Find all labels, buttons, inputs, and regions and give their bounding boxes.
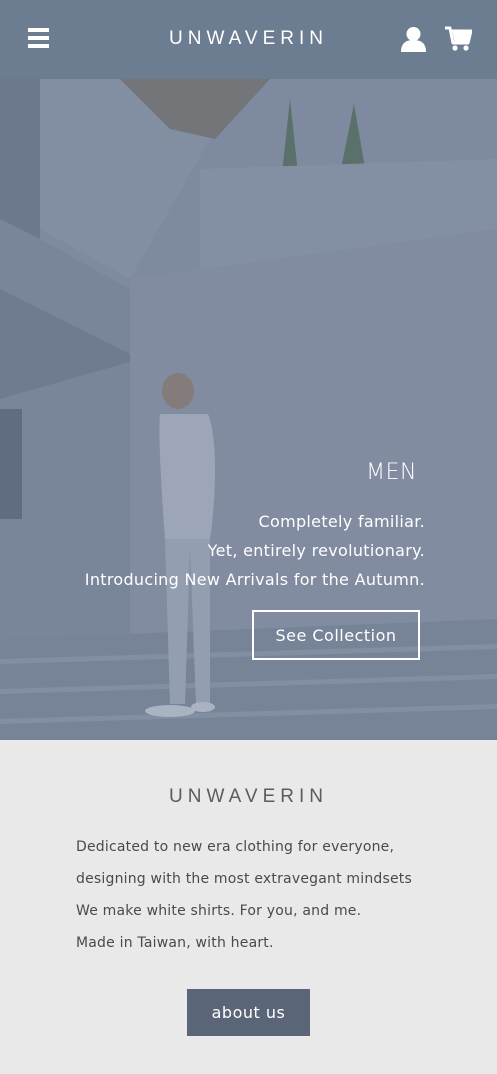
hero-background-image bbox=[0, 79, 497, 740]
about-line-2: designing with the most extravegant mind… bbox=[76, 871, 412, 887]
top-header: UNWAVERIN bbox=[0, 0, 497, 79]
user-icon[interactable] bbox=[400, 26, 427, 52]
about-line-1: Dedicated to new era clothing for everyo… bbox=[76, 839, 395, 855]
hero-tagline-1: Completely familiar. bbox=[258, 512, 425, 531]
about-description: Dedicated to new era clothing for everyo… bbox=[76, 831, 412, 959]
cart-icon[interactable] bbox=[444, 25, 472, 52]
about-line-3: We make white shirts. For you, and me. bbox=[76, 903, 362, 919]
about-line-4: Made in Taiwan, with heart. bbox=[76, 935, 274, 951]
hero-text-block: MEN Completely familiar. Yet, entirely r… bbox=[85, 460, 425, 594]
hero-title: MEN bbox=[366, 460, 417, 485]
about-section: UNWAVERIN Dedicated to new era clothing … bbox=[0, 740, 497, 1074]
hero-tagline-3: Introducing New Arrivals for the Autumn. bbox=[84, 570, 425, 589]
see-collection-button[interactable]: See Collection bbox=[252, 610, 420, 660]
about-brand: UNWAVERIN bbox=[169, 786, 328, 807]
hero-banner: MEN Completely familiar. Yet, entirely r… bbox=[0, 79, 497, 740]
hero-tagline-2: Yet, entirely revolutionary. bbox=[207, 541, 425, 560]
about-us-button[interactable]: about us bbox=[187, 989, 310, 1036]
